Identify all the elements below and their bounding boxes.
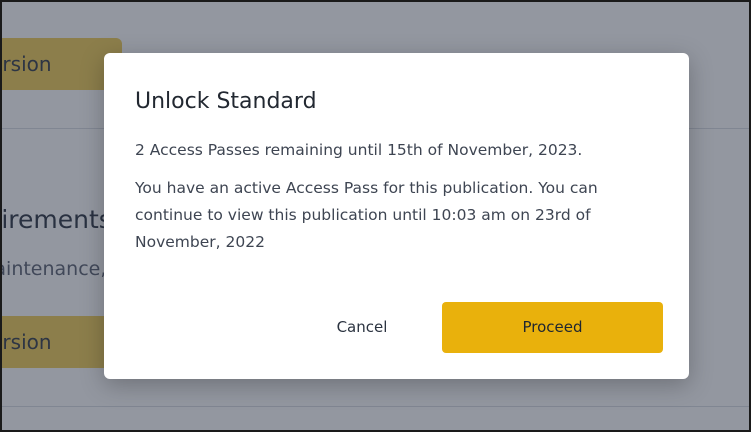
active-pass-message: You have an active Access Pass for this …	[135, 179, 598, 251]
dialog-title: Unlock Standard	[135, 89, 317, 114]
dialog-actions: Cancel Proceed	[104, 302, 689, 353]
passes-remaining-text: 2 Access Passes remaining until 15th of …	[135, 141, 583, 159]
proceed-button[interactable]: Proceed	[442, 302, 663, 353]
cancel-button[interactable]: Cancel	[320, 302, 404, 353]
unlock-dialog: Unlock Standard 2 Access Passes remainin…	[104, 53, 689, 379]
